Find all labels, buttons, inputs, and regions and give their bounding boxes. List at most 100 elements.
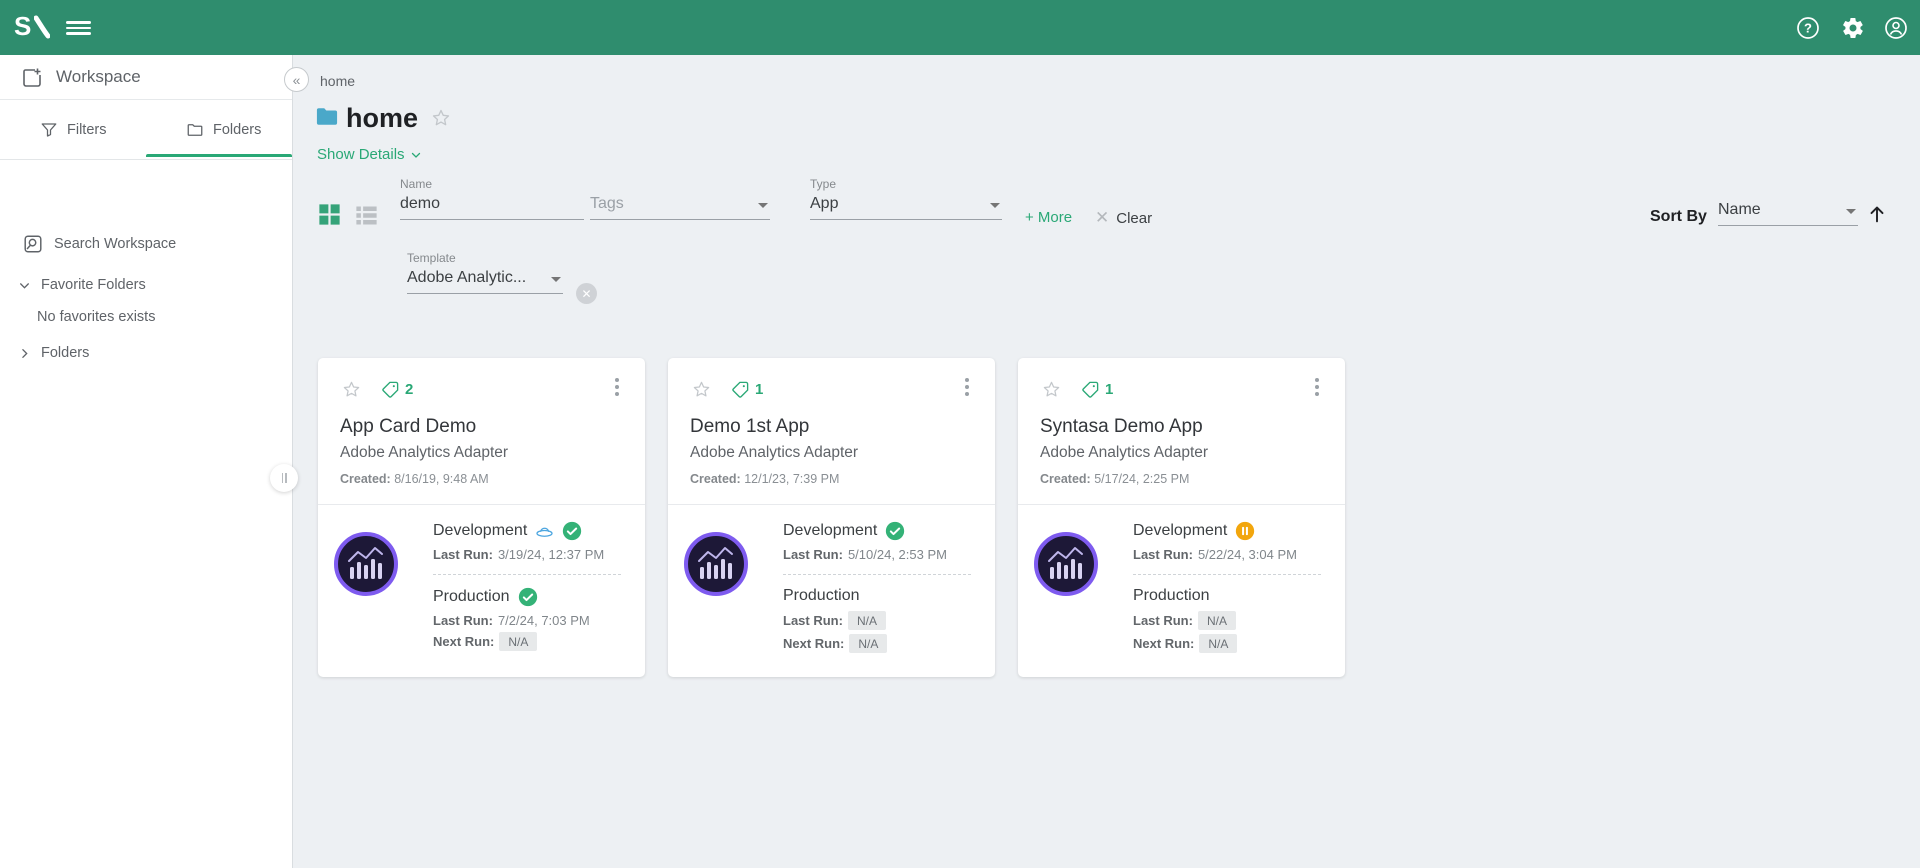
- app-card[interactable]: 2 App Card Demo Adobe Analytics Adapter …: [318, 358, 645, 677]
- filter-funnel-icon: [40, 121, 58, 139]
- na-badge: N/A: [848, 611, 886, 630]
- cloud-icon: [535, 523, 554, 539]
- tab-folders[interactable]: Folders: [186, 100, 261, 160]
- card-created: Created: 12/1/23, 7:39 PM: [690, 472, 839, 486]
- env-development-label: Development: [433, 522, 527, 540]
- collapse-breadcrumb-button[interactable]: «: [284, 67, 309, 92]
- search-icon: [22, 233, 44, 255]
- sort-direction-icon[interactable]: [1866, 203, 1888, 225]
- card-subtitle: Adobe Analytics Adapter: [1040, 444, 1208, 462]
- type-filter-label: Type: [810, 177, 1002, 191]
- tag-count-badge[interactable]: 1: [1081, 380, 1113, 399]
- card-menu-icon[interactable]: [1315, 378, 1319, 399]
- template-filter-select[interactable]: Adobe Analytic...: [407, 269, 563, 294]
- prod-next-run: Next Run: N/A: [1133, 634, 1325, 653]
- env-production-label: Production: [433, 588, 510, 606]
- prod-last-run: Last Run: 7/2/24, 7:03 PM: [433, 613, 625, 628]
- card-star-icon[interactable]: [692, 380, 711, 399]
- prod-next-run: Next Run: N/A: [433, 632, 625, 651]
- name-filter-input[interactable]: [400, 195, 584, 213]
- name-filter-field: Name: [400, 177, 584, 220]
- card-menu-icon[interactable]: [965, 378, 969, 399]
- top-bar: S ?: [0, 0, 1920, 55]
- breadcrumb[interactable]: home: [320, 73, 355, 89]
- card-created: Created: 5/17/24, 2:25 PM: [1040, 472, 1189, 486]
- template-filter-field: Template Adobe Analytic...: [407, 251, 563, 294]
- folder-icon: [186, 121, 204, 139]
- workspace-icon[interactable]: [20, 66, 44, 90]
- tab-folders-label: Folders: [213, 122, 261, 138]
- folders-label: Folders: [41, 345, 89, 361]
- app-avatar-chart-icon: [333, 531, 399, 597]
- help-icon[interactable]: ?: [1796, 16, 1820, 40]
- menu-icon[interactable]: [66, 21, 91, 35]
- template-filter-label: Template: [407, 251, 563, 265]
- settings-gear-icon[interactable]: [1841, 16, 1865, 40]
- favorite-star-icon[interactable]: [431, 108, 451, 128]
- workspace-title: Workspace: [56, 67, 141, 87]
- brand-logo-swoosh: [34, 15, 50, 39]
- env-divider: [433, 574, 621, 575]
- name-filter-label: Name: [400, 177, 584, 191]
- dropdown-caret-icon: [551, 277, 561, 282]
- show-details-toggle[interactable]: Show Details: [317, 146, 422, 163]
- na-badge: N/A: [849, 634, 887, 653]
- brand-logo[interactable]: S: [14, 11, 50, 42]
- app-avatar-chart-icon: [1033, 531, 1099, 597]
- tag-count-badge[interactable]: 2: [381, 380, 413, 399]
- success-check-icon: [562, 521, 582, 541]
- clear-filters-button[interactable]: ✕ Clear: [1095, 208, 1152, 228]
- dropdown-caret-icon: [1846, 209, 1856, 214]
- search-workspace[interactable]: Search Workspace: [22, 233, 176, 255]
- tag-icon: [731, 380, 750, 399]
- active-tab-indicator: [146, 154, 292, 157]
- grid-view-icon[interactable]: [316, 201, 343, 228]
- card-star-icon[interactable]: [342, 380, 361, 399]
- more-filters-button[interactable]: + More: [1025, 209, 1072, 226]
- app-card[interactable]: 1 Syntasa Demo App Adobe Analytics Adapt…: [1018, 358, 1345, 677]
- tags-filter-input[interactable]: [590, 195, 770, 213]
- card-menu-icon[interactable]: [615, 378, 619, 399]
- sort-select[interactable]: Name: [1718, 201, 1858, 226]
- tab-filters[interactable]: Filters: [40, 100, 106, 160]
- chevron-down-icon: [18, 279, 31, 292]
- prod-last-run: Last Run: N/A: [783, 611, 975, 630]
- prod-next-run: Next Run: N/A: [783, 634, 975, 653]
- main-content: « home home Show Details Name: [294, 55, 1920, 868]
- favorite-folders-group[interactable]: Favorite Folders: [18, 277, 146, 293]
- workspace-header: Workspace: [0, 55, 292, 100]
- folders-group[interactable]: Folders: [18, 345, 89, 361]
- tag-count-badge[interactable]: 1: [731, 380, 763, 399]
- list-view-icon[interactable]: [353, 202, 380, 229]
- dropdown-caret-icon[interactable]: [758, 203, 768, 208]
- dropdown-caret-icon: [990, 203, 1000, 208]
- dev-last-run: Last Run: 3/19/24, 12:37 PM: [433, 547, 625, 562]
- sidebar-resize-handle[interactable]: [270, 464, 298, 492]
- account-icon[interactable]: [1884, 16, 1908, 40]
- na-badge: N/A: [499, 632, 537, 651]
- tag-icon: [1081, 380, 1100, 399]
- prod-last-run: Last Run: N/A: [1133, 611, 1325, 630]
- env-divider: [783, 574, 971, 575]
- paused-icon: [1235, 521, 1255, 541]
- folder-teal-icon: [316, 107, 338, 126]
- dev-last-run: Last Run: 5/10/24, 2:53 PM: [783, 547, 975, 562]
- card-title: Syntasa Demo App: [1040, 416, 1203, 438]
- type-filter-select[interactable]: App: [810, 195, 1002, 220]
- success-check-icon: [518, 587, 538, 607]
- brand-logo-text: S: [14, 11, 32, 42]
- favorite-folders-label: Favorite Folders: [41, 277, 146, 293]
- env-production-label: Production: [1133, 587, 1210, 605]
- tab-filters-label: Filters: [67, 122, 106, 138]
- card-star-icon[interactable]: [1042, 380, 1061, 399]
- app-card[interactable]: 1 Demo 1st App Adobe Analytics Adapter C…: [668, 358, 995, 677]
- template-clear-icon[interactable]: ✕: [576, 283, 597, 304]
- type-filter-field: Type App: [810, 177, 1002, 220]
- card-title: App Card Demo: [340, 416, 476, 438]
- env-production-label: Production: [783, 587, 860, 605]
- clear-x-icon: ✕: [1095, 208, 1109, 228]
- na-badge: N/A: [1198, 611, 1236, 630]
- sidebar: Workspace Filters Folders Search Workspa…: [0, 55, 293, 868]
- no-favorites-message: No favorites exists: [37, 309, 155, 325]
- app-avatar-chart-icon: [683, 531, 749, 597]
